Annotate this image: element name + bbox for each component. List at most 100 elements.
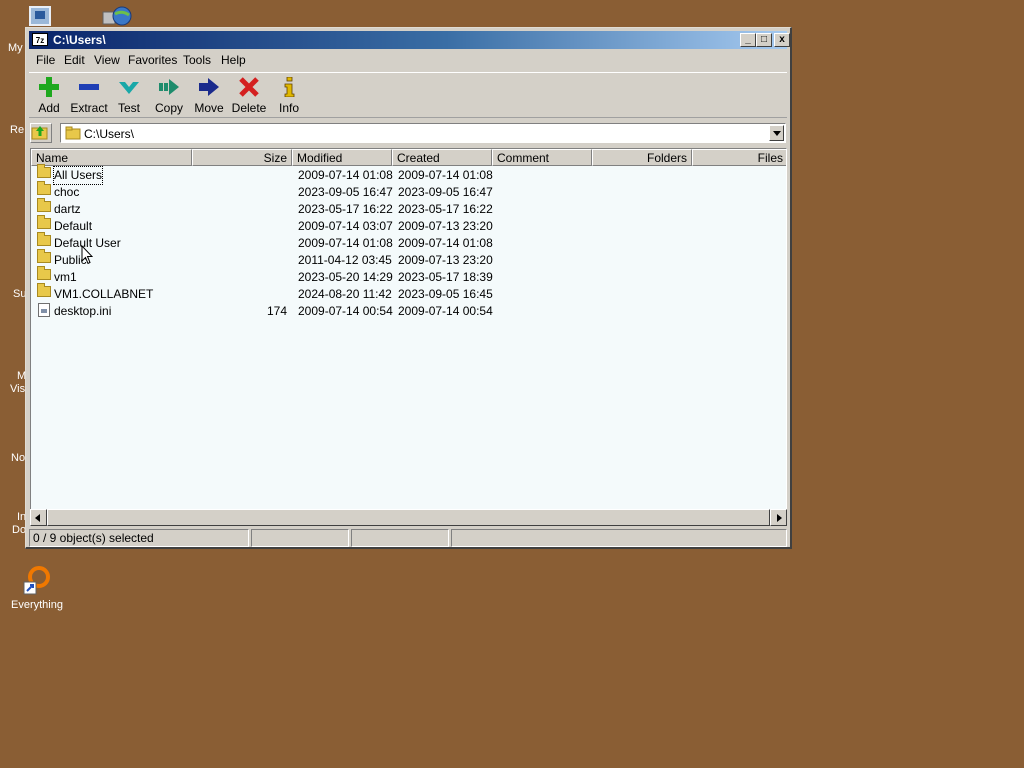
minus-icon [79, 84, 99, 90]
desktop-label-everything[interactable]: Everything [11, 599, 63, 611]
file-size: 174 [266, 304, 287, 318]
table-row[interactable]: vm1 2023-05-20 14:29 2023-05-17 18:39 [31, 266, 786, 286]
status-packed [351, 529, 449, 547]
column-modified[interactable]: Modified [292, 149, 392, 166]
folder-icon [37, 266, 51, 280]
table-row[interactable]: desktop.ini 174 2009-07-14 00:54 2009-07… [31, 303, 786, 320]
table-row[interactable]: dartz 2023-05-17 16:22 2023-05-17 16:22 [31, 198, 786, 218]
table-row[interactable]: VM1.COLLABNET 2024-08-20 11:42 2023-09-0… [31, 283, 786, 303]
desktop-label-shortcut-vis[interactable]: Vis [10, 383, 25, 395]
table-row[interactable]: choc 2023-09-05 16:47 2023-09-05 16:47 [31, 181, 786, 201]
file-modified: 2023-05-20 14:29 [298, 270, 393, 284]
status-size [251, 529, 349, 547]
file-created: 2009-07-13 23:20 [398, 253, 493, 267]
folder-icon [37, 181, 51, 195]
folder-icon [37, 198, 51, 212]
file-name: dartz [54, 202, 81, 216]
folder-icon [37, 232, 51, 246]
maximize-button[interactable]: □ [756, 33, 772, 47]
column-name[interactable]: Name [31, 149, 192, 166]
delete-label: Delete [231, 101, 267, 115]
column-files[interactable]: Files [692, 149, 786, 166]
network-icon[interactable] [101, 6, 133, 28]
info-label: Info [278, 101, 299, 115]
file-list[interactable]: Name Size Modified Created Comment Folde… [30, 148, 787, 526]
desktop-label-my-computer[interactable]: My [8, 42, 23, 54]
scroll-left-button[interactable] [30, 509, 47, 526]
minimize-button[interactable]: _ [740, 33, 756, 47]
extract-button[interactable]: Extract [69, 75, 109, 115]
menu-favorites[interactable]: Favorites [128, 53, 177, 67]
column-size[interactable]: Size [192, 149, 292, 166]
desktop-label-shortcut-do[interactable]: Do [12, 524, 26, 536]
file-modified: 2009-07-14 03:07 [298, 219, 393, 233]
scroll-right-button[interactable] [770, 509, 787, 526]
menu-file[interactable]: File [36, 53, 55, 67]
file-name: desktop.ini [54, 304, 112, 318]
extract-label: Extract [70, 101, 108, 115]
address-dropdown-button[interactable] [769, 125, 784, 141]
table-row[interactable]: All Users 2009-07-14 01:08 2009-07-14 01… [31, 164, 786, 185]
address-path: C:\Users\ [84, 127, 135, 141]
file-modified: 2024-08-20 11:42 [298, 287, 392, 301]
move-label: Move [194, 101, 224, 115]
copy-arrow-icon [159, 79, 179, 95]
scroll-thumb[interactable] [47, 509, 770, 526]
address-bar: C:\Users\ [29, 122, 787, 144]
menu-help[interactable]: Help [221, 53, 246, 67]
copy-button[interactable]: Copy [149, 75, 189, 115]
folder-up-button[interactable] [30, 123, 52, 143]
table-row[interactable]: Public 2011-04-12 03:45 2009-07-13 23:20 [31, 249, 786, 269]
folder-icon [37, 164, 51, 178]
status-info [451, 529, 787, 547]
file-modified: 2023-05-17 16:22 [298, 202, 393, 216]
folder-icon [37, 215, 51, 229]
info-icon [284, 77, 295, 97]
file-created: 2009-07-14 00:54 [398, 304, 493, 318]
file-name: Default [54, 219, 93, 233]
plus-icon [39, 77, 59, 97]
mouse-cursor-icon [81, 245, 93, 265]
add-label: Add [38, 101, 60, 115]
column-created[interactable]: Created [392, 149, 492, 166]
file-name: vm1 [54, 270, 77, 284]
file-created: 2023-05-17 16:22 [398, 202, 493, 216]
file-created: 2023-09-05 16:45 [398, 287, 493, 301]
close-button[interactable]: x [774, 33, 790, 47]
address-combobox[interactable]: C:\Users\ [60, 123, 786, 143]
folder-up-icon [31, 126, 48, 140]
status-bar: 0 / 9 object(s) selected [29, 529, 787, 547]
menu-edit[interactable]: Edit [64, 53, 85, 67]
horizontal-scrollbar[interactable] [30, 509, 787, 526]
table-row[interactable]: Default User 2009-07-14 01:08 2009-07-14… [31, 232, 786, 252]
app-7zip-icon: 7z [32, 33, 48, 46]
file-manager-window: 7z C:\Users\ _ □ x File Edit View Favori… [25, 27, 792, 549]
column-folders[interactable]: Folders [592, 149, 692, 166]
table-row[interactable]: Default 2009-07-14 03:07 2009-07-13 23:2… [31, 215, 786, 235]
file-modified: 2009-07-14 00:54 [298, 304, 393, 318]
file-modified: 2009-07-14 01:08 [298, 236, 393, 250]
test-label: Test [117, 101, 140, 115]
title-bar[interactable]: 7z C:\Users\ _ □ x [29, 31, 790, 49]
computer-icon[interactable] [29, 6, 51, 26]
everything-search-icon[interactable] [22, 564, 52, 596]
move-arrow-icon [199, 78, 219, 96]
add-button[interactable]: Add [29, 75, 69, 115]
check-icon [119, 82, 139, 94]
desktop-label-recycle-bin[interactable]: Re [10, 124, 24, 136]
move-button[interactable]: Move [189, 75, 229, 115]
menu-bar: File Edit View Favorites Tools Help [29, 51, 787, 69]
info-button[interactable]: Info [269, 75, 309, 115]
delete-button[interactable]: Delete [229, 75, 269, 115]
file-modified: 2009-07-14 01:08 [298, 168, 393, 182]
window-title: C:\Users\ [53, 33, 106, 47]
menu-view[interactable]: View [94, 53, 120, 67]
folder-icon [65, 126, 81, 140]
test-button[interactable]: Test [109, 75, 149, 115]
column-comment[interactable]: Comment [492, 149, 592, 166]
file-icon [38, 303, 50, 317]
file-modified: 2023-09-05 16:47 [298, 185, 393, 199]
desktop-label-shortcut-no[interactable]: No [11, 452, 25, 464]
menu-tools[interactable]: Tools [183, 53, 211, 67]
file-name: VM1.COLLABNET [54, 287, 154, 301]
